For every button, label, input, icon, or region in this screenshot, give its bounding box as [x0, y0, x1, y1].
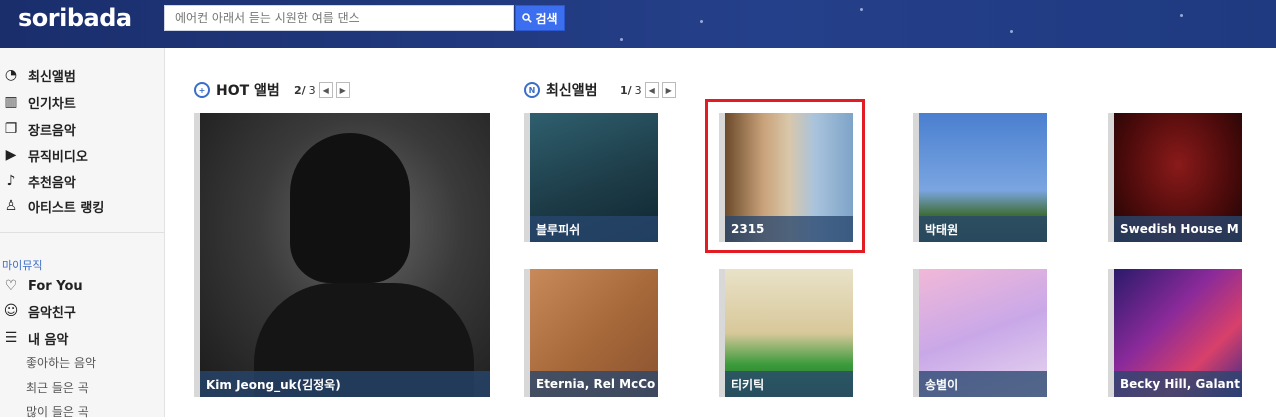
album-caption: Kim Jeong_uk(김정욱) — [200, 371, 490, 397]
new-album-heading: N 최신앨범 — [524, 80, 598, 100]
search-button-label: 검색 — [535, 11, 558, 26]
soribada-logo[interactable]: soribada — [18, 4, 132, 32]
album-card[interactable]: 박태원 — [913, 113, 1047, 242]
selection-highlight — [705, 99, 865, 253]
album-caption: Swedish House M — [1114, 216, 1242, 242]
album-caption: 송별이 — [919, 371, 1047, 397]
album-card[interactable]: 티키틱 — [719, 269, 853, 397]
sidebar-item-label: 인기차트 — [28, 96, 76, 112]
hot-album-heading: + HOT 앨범 — [194, 80, 280, 100]
new-pager: 1/ 3 ◀ ▶ — [620, 82, 676, 98]
album-caption: 티키틱 — [725, 371, 853, 397]
sidebar-item-my-music[interactable]: ☰ 내 음악 — [0, 327, 69, 349]
sidebar-item-label: 추천음악 — [28, 175, 76, 191]
video-icon: ▶ — [5, 147, 17, 163]
album-card[interactable]: 블루피쉬 — [524, 113, 658, 242]
sidebar-item-genre[interactable]: ❐ 장르음악 — [0, 118, 76, 140]
search-input[interactable] — [165, 6, 513, 30]
hot-album-title: HOT 앨범 — [216, 83, 280, 99]
sidebar: ◔ 최신앨범 ▥ 인기차트 ❐ 장르음악 ▶ 뮤직비디오 ♪ 추천음악 ♙ 아티… — [0, 48, 165, 420]
sidebar-item-label: 음악친구 — [28, 305, 76, 321]
new-album-title: 최신앨범 — [546, 83, 598, 99]
album-card[interactable]: 송별이 — [913, 269, 1047, 397]
album-caption: Eternia, Rel McCo — [530, 371, 658, 397]
search-field[interactable] — [164, 5, 514, 31]
album-caption: 박태원 — [919, 216, 1047, 242]
new-section-icon: N — [524, 82, 540, 98]
sidebar-item-label: 내 음악 — [28, 332, 69, 348]
sidebar-item-recommend[interactable]: ♪ 추천음악 — [0, 170, 76, 192]
my-music-title: 마이뮤직 — [2, 259, 43, 272]
sidebar-item-label: For You — [28, 278, 83, 294]
album-card[interactable]: Eternia, Rel McCo — [524, 269, 658, 397]
playlist-icon: ☰ — [4, 330, 18, 346]
sidebar-item-music-video[interactable]: ▶ 뮤직비디오 — [0, 144, 88, 166]
hot-page-current: 2/ — [294, 83, 306, 97]
sidebar-item-for-you[interactable]: ♡ For You — [0, 275, 83, 297]
hot-prev-button[interactable]: ◀ — [318, 82, 333, 98]
genre-icon: ❐ — [4, 121, 18, 137]
new-album-icon: ◔ — [4, 67, 18, 83]
hot-page-total: 3 — [308, 83, 316, 97]
new-prev-button[interactable]: ◀ — [644, 82, 659, 98]
new-page-current: 1/ — [620, 83, 632, 97]
new-next-button[interactable]: ▶ — [661, 82, 676, 98]
search-icon — [522, 13, 533, 23]
sidebar-item-friends[interactable]: ☺ 음악친구 — [0, 300, 76, 322]
hot-next-button[interactable]: ▶ — [335, 82, 350, 98]
hot-pager: 2/ 3 ◀ ▶ — [294, 82, 350, 98]
sidebar-divider — [0, 232, 164, 233]
hot-section-icon: + — [194, 82, 210, 98]
sidebar-sub-liked[interactable]: 좋아하는 음악 — [26, 354, 96, 371]
sidebar-item-label: 장르음악 — [28, 123, 76, 139]
top-header: soribada 검색 — [0, 0, 1276, 48]
album-caption: Becky Hill, Galant — [1114, 371, 1242, 397]
album-caption: 블루피쉬 — [530, 216, 658, 242]
new-page-total: 3 — [634, 83, 642, 97]
chart-icon: ▥ — [4, 94, 18, 110]
friends-icon: ☺ — [3, 303, 19, 319]
album-card[interactable]: Becky Hill, Galant — [1108, 269, 1242, 397]
sidebar-sub-most-played[interactable]: 많이 들은 곡 — [26, 403, 89, 420]
sidebar-item-chart[interactable]: ▥ 인기차트 — [0, 91, 76, 113]
search-button[interactable]: 검색 — [515, 5, 565, 31]
sidebar-item-artist-ranking[interactable]: ♙ 아티스트 랭킹 — [0, 195, 105, 217]
sidebar-item-label: 뮤직비디오 — [28, 149, 88, 165]
sidebar-item-new-album[interactable]: ◔ 최신앨범 — [0, 64, 76, 86]
hot-album-card[interactable]: Kim Jeong_uk(김정욱) — [194, 113, 490, 397]
sidebar-sub-recent[interactable]: 최근 들은 곡 — [26, 379, 89, 396]
artist-icon: ♙ — [4, 198, 18, 214]
sidebar-item-label: 아티스트 랭킹 — [28, 200, 105, 216]
heart-icon: ♡ — [4, 278, 18, 294]
album-card[interactable]: Swedish House M — [1108, 113, 1242, 242]
sidebar-item-label: 최신앨범 — [28, 69, 76, 85]
album-art-figure — [290, 133, 410, 283]
music-note-icon: ♪ — [6, 173, 16, 189]
